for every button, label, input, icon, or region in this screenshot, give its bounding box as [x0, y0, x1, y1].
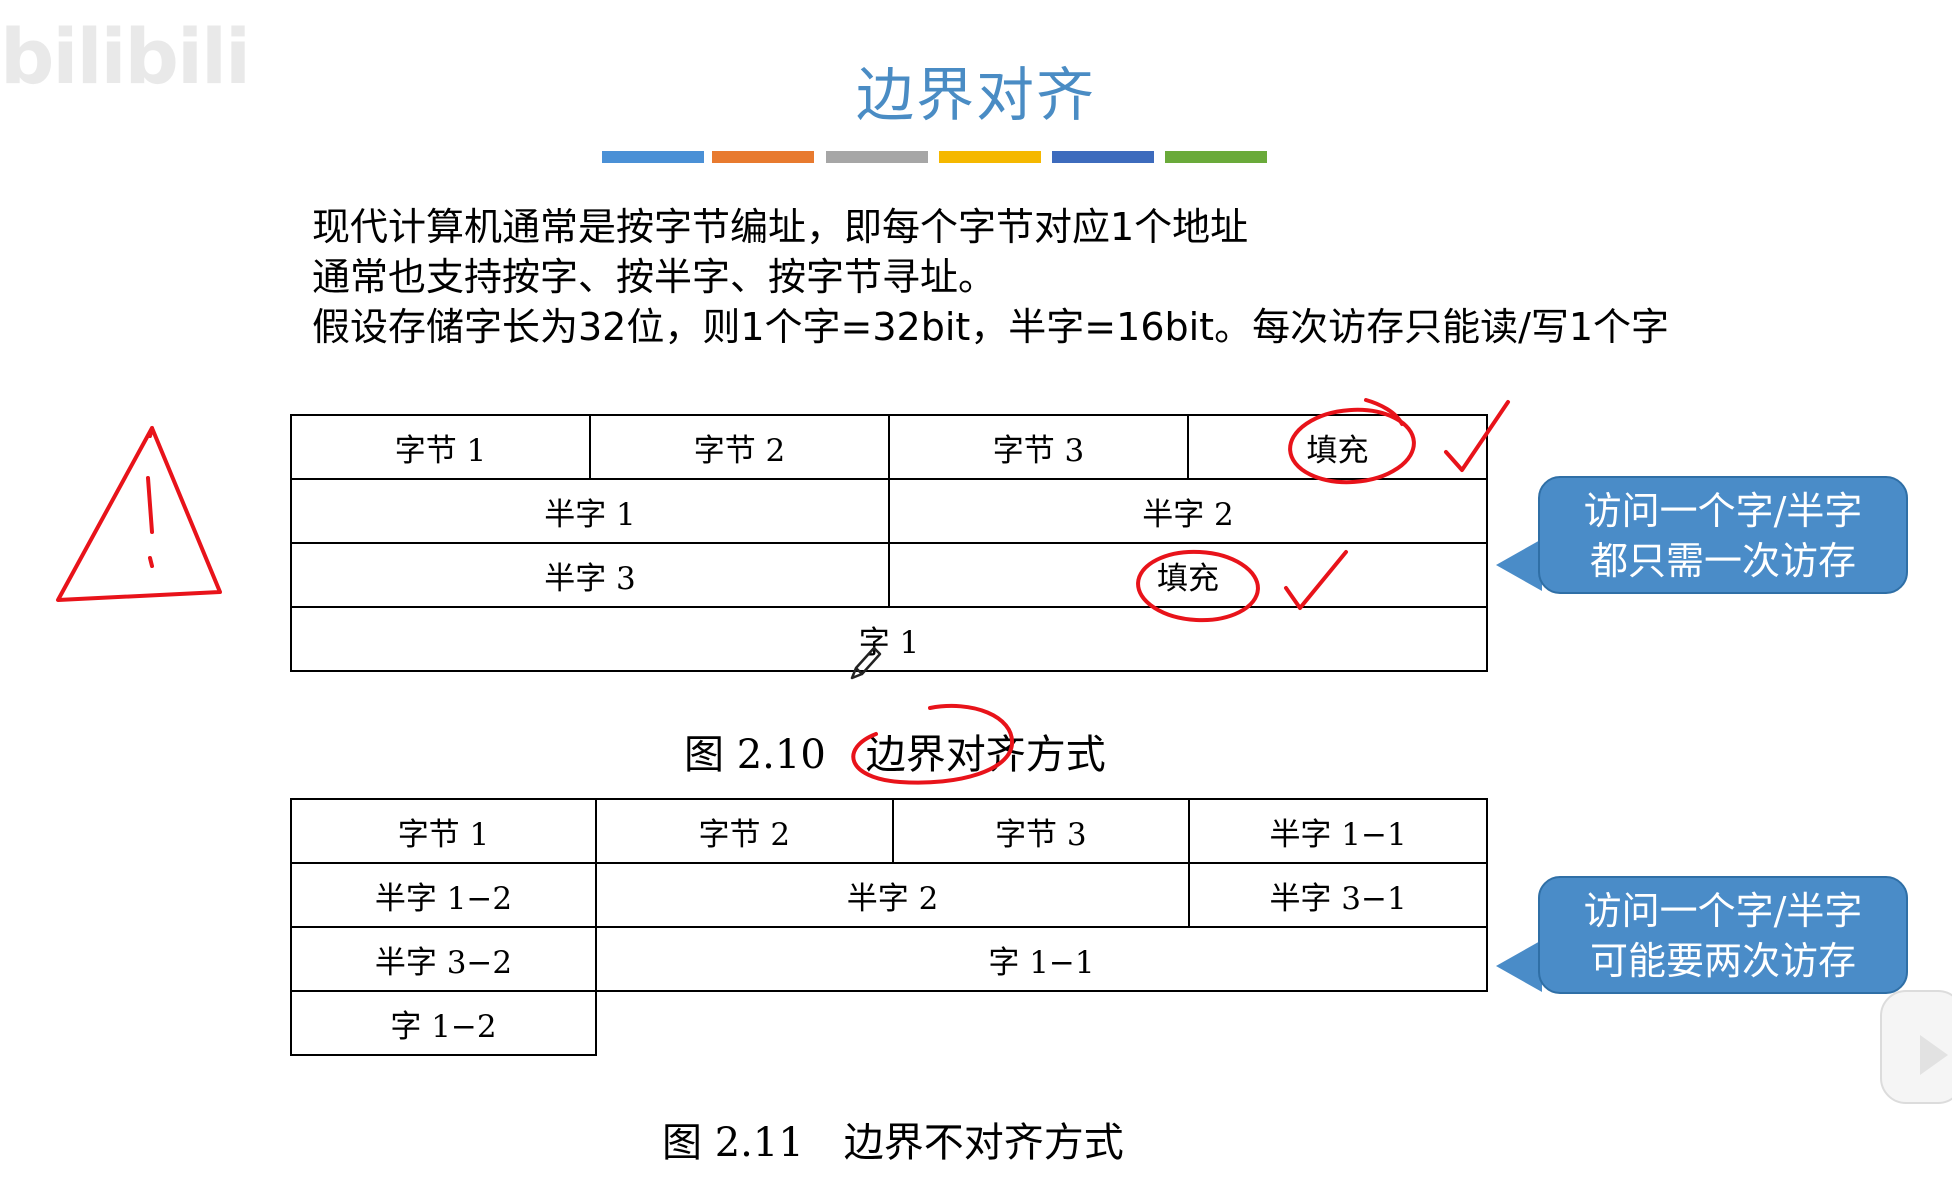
warning-triangle-icon [56, 426, 222, 602]
play-icon [1920, 1035, 1948, 1075]
check-mark-icon [1284, 550, 1348, 610]
highlight-circle [1136, 549, 1260, 623]
highlight-circle [851, 703, 1015, 785]
check-mark-icon [1444, 400, 1510, 472]
exclamation-mark-icon [146, 476, 154, 568]
annotation-layer [56, 398, 1510, 785]
pen-cursor-icon [850, 646, 882, 680]
